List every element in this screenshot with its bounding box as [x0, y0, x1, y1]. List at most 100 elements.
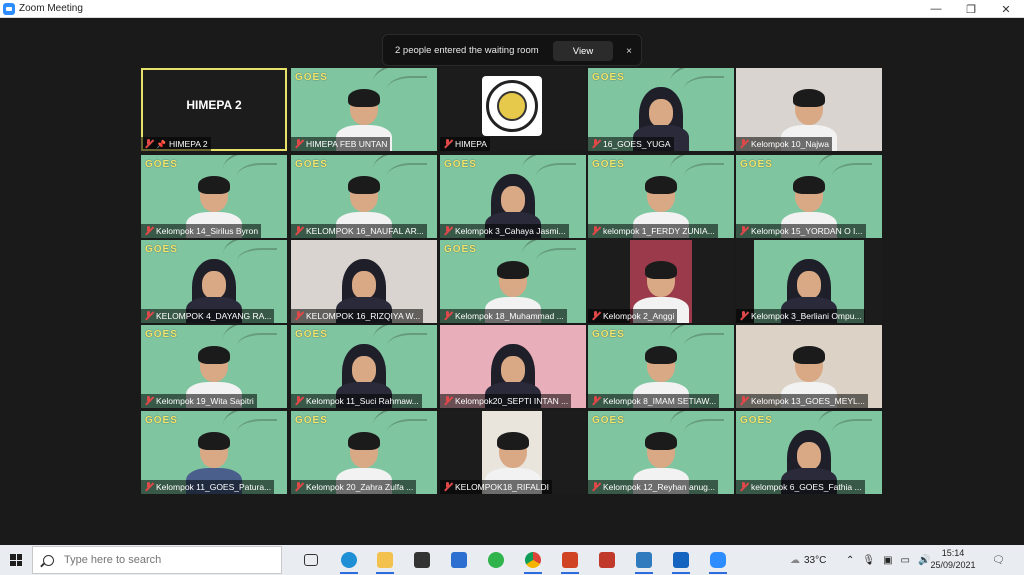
- taskbar-audio-app[interactable]: [592, 548, 622, 572]
- goes-logo: GOES: [145, 159, 178, 170]
- participant-tile[interactable]: GOES kelompok 1_FERDY ZUNIA...: [588, 155, 734, 238]
- taskbar-photos[interactable]: [629, 548, 659, 574]
- participant-tile[interactable]: HIMEPA 2 📌 HIMEPA 2: [141, 68, 287, 151]
- dismiss-notification-button[interactable]: ×: [621, 41, 637, 61]
- search-icon: [43, 554, 54, 566]
- maximize-button[interactable]: ❐: [953, 0, 989, 18]
- taskbar-edge[interactable]: [334, 548, 364, 574]
- participant-tile[interactable]: GOES Kelompok 3_Cahaya Jasmi...: [440, 155, 586, 238]
- goes-logo: GOES: [295, 159, 328, 170]
- meeting-area: 2 people entered the waiting room View ×…: [0, 18, 1024, 545]
- tree-branch-decoration: [832, 163, 872, 185]
- tree-branch-decoration: [832, 419, 872, 441]
- participant-name: Kelompok 20_Zahra Zulfa ...: [306, 482, 414, 492]
- participant-tile[interactable]: GOES KELOMPOK 16_NAUFAL AR...: [291, 155, 437, 238]
- muted-mic-icon: [144, 226, 153, 236]
- taskbar-file-explorer[interactable]: [370, 548, 400, 574]
- tree-branch-decoration: [684, 419, 724, 441]
- show-hidden-icons-icon[interactable]: ⌃: [846, 555, 854, 566]
- participant-tile[interactable]: Kelompok 3_Berliani Ompu...: [736, 240, 882, 323]
- mail-icon: [451, 552, 467, 568]
- participant-tile[interactable]: Kelompok 13_GOES_MEYL...: [736, 325, 882, 408]
- weather-widget[interactable]: ☁ 33°C: [790, 545, 826, 575]
- goes-logo: GOES: [444, 159, 477, 170]
- title-bar: Zoom Meeting: [0, 0, 1024, 18]
- participant-tile[interactable]: GOES kelompok 6_GOES_Fathia ...: [736, 411, 882, 494]
- goes-logo: GOES: [295, 72, 328, 83]
- participant-tile[interactable]: Kelompok 2_Anggi: [588, 240, 734, 323]
- participant-name: Kelompok 18_Muhammad ...: [455, 311, 564, 321]
- participant-name-label: KELOMPOK 4_DAYANG RA...: [141, 309, 275, 323]
- participant-tile[interactable]: GOES Kelompok 12_Reyhan anug...: [588, 411, 734, 494]
- muted-mic-icon: [591, 311, 600, 321]
- taskbar-search[interactable]: [32, 546, 282, 574]
- system-tray: ⌃ 🎙 ▣ ▭ 🔊: [846, 545, 930, 575]
- notifications-button[interactable]: 🗨: [992, 545, 1005, 575]
- taskbar-chrome[interactable]: [518, 548, 548, 574]
- participant-name: Kelompok 15_YORDAN O I...: [751, 226, 863, 236]
- participant-tile[interactable]: GOES Kelompok 8_IMAM SETIAW...: [588, 325, 734, 408]
- waiting-room-text: 2 people entered the waiting room: [395, 44, 539, 56]
- muted-mic-icon: [144, 311, 153, 321]
- muted-mic-icon: [591, 396, 600, 406]
- view-waiting-room-button[interactable]: View: [553, 41, 613, 61]
- taskbar-whatsapp[interactable]: [481, 548, 511, 572]
- participant-tile[interactable]: GOES Kelompok 18_Muhammad ...: [440, 240, 586, 323]
- participant-tile[interactable]: GOES Kelompok 11_GOES_Patura...: [141, 411, 287, 494]
- participant-tile[interactable]: GOES 16_GOES_YUGA: [588, 68, 734, 151]
- participant-name: Kelompok 19_Wita Sapitri: [156, 396, 254, 406]
- participant-tile[interactable]: GOES Kelompok 11_Suci Rahmaw...: [291, 325, 437, 408]
- task-view-button[interactable]: [296, 548, 326, 572]
- taskbar-powerpoint[interactable]: [555, 548, 585, 574]
- battery-icon[interactable]: ▭: [901, 555, 910, 566]
- taskbar-media-player[interactable]: [666, 548, 696, 574]
- muted-mic-icon: [739, 311, 748, 321]
- display-icon[interactable]: ▣: [883, 555, 892, 566]
- muted-mic-icon: [294, 139, 303, 149]
- participant-tile[interactable]: KELOMPOK18_RIFALDI: [440, 411, 586, 494]
- muted-mic-icon: [294, 311, 303, 321]
- participant-name: KELOMPOK 4_DAYANG RA...: [156, 311, 272, 321]
- participant-tile[interactable]: Kelompok20_SEPTI INTAN ...: [440, 325, 586, 408]
- participant-name-label: Kelompok 20_Zahra Zulfa ...: [291, 480, 417, 494]
- muted-mic-icon: [591, 482, 600, 492]
- windows-logo-icon: [10, 554, 22, 566]
- powerpoint-icon: [562, 552, 578, 568]
- participant-tile[interactable]: HIMEPA: [440, 68, 586, 151]
- participant-tile[interactable]: GOES HIMEPA FEB UNTAN: [291, 68, 437, 151]
- whatsapp-icon: [488, 552, 504, 568]
- muted-mic-icon: [443, 482, 452, 492]
- goes-logo: GOES: [592, 329, 625, 340]
- participant-name-label: Kelompok 3_Cahaya Jasmi...: [440, 224, 569, 238]
- muted-mic-icon: [144, 482, 153, 492]
- close-window-button[interactable]: ✕: [988, 0, 1024, 18]
- participant-name-label: Kelompok 19_Wita Sapitri: [141, 394, 257, 408]
- participant-name: KELOMPOK18_RIFALDI: [455, 482, 550, 492]
- tree-branch-decoration: [536, 248, 576, 270]
- goes-logo: GOES: [145, 329, 178, 340]
- participant-tile[interactable]: KELOMPOK 16_RIZQIYA W...: [291, 240, 437, 323]
- participant-name: KELOMPOK 16_NAUFAL AR...: [306, 226, 424, 236]
- participant-tile[interactable]: GOES Kelompok 20_Zahra Zulfa ...: [291, 411, 437, 494]
- participant-tile[interactable]: GOES Kelompok 15_YORDAN O I...: [736, 155, 882, 238]
- university-emblem-icon: [482, 76, 542, 136]
- participant-tile[interactable]: GOES Kelompok 19_Wita Sapitri: [141, 325, 287, 408]
- participant-name-label: Kelompok 15_YORDAN O I...: [736, 224, 866, 238]
- taskbar-mail[interactable]: [444, 548, 474, 572]
- taskbar-store[interactable]: [407, 548, 437, 572]
- taskbar-zoom[interactable]: [703, 548, 733, 574]
- minimize-button[interactable]: —: [918, 0, 954, 18]
- microphone-icon[interactable]: 🎙: [862, 555, 875, 566]
- participant-tile[interactable]: Kelompok 10_Najwa: [736, 68, 882, 151]
- participant-name: Kelompok 13_GOES_MEYL...: [751, 396, 865, 406]
- participant-name-label: Kelompok 10_Najwa: [736, 137, 832, 151]
- taskbar-clock[interactable]: 15:14 25/09/2021: [928, 547, 978, 571]
- start-button[interactable]: [0, 545, 32, 575]
- tree-branch-decoration: [237, 419, 277, 441]
- search-input[interactable]: [64, 554, 264, 566]
- folder-icon: [377, 552, 393, 568]
- participant-tile[interactable]: GOES Kelompok 14_Sirilus Byron: [141, 155, 287, 238]
- clock-time: 15:14: [941, 548, 965, 558]
- participant-name: HIMEPA 2: [168, 139, 208, 149]
- participant-tile[interactable]: GOES KELOMPOK 4_DAYANG RA...: [141, 240, 287, 323]
